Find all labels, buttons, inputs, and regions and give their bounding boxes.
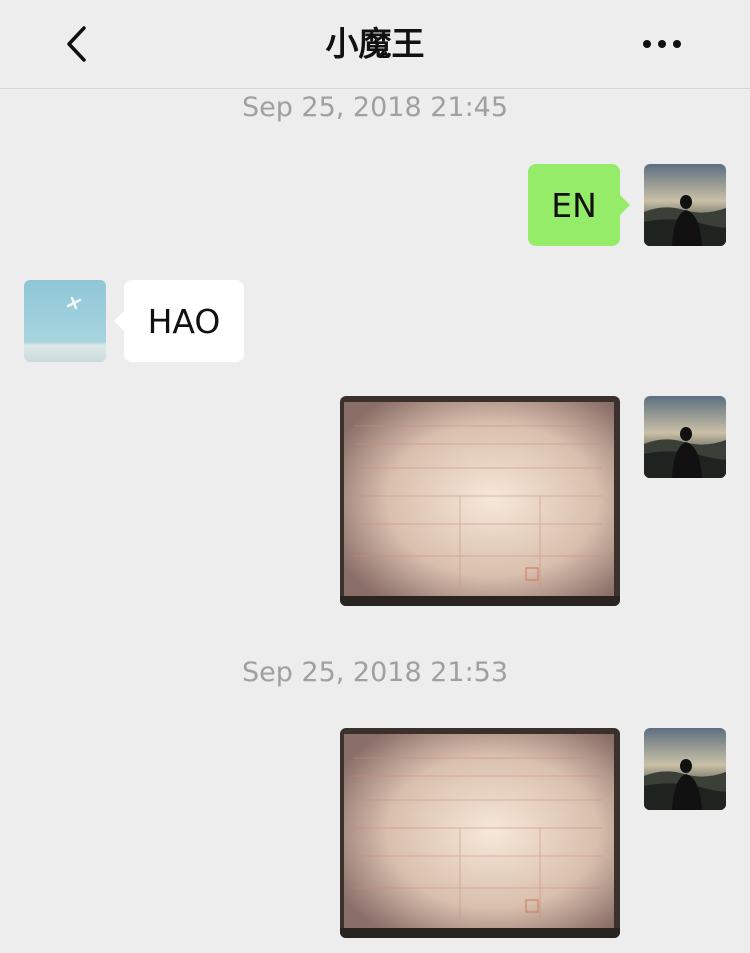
more-dots-icon — [643, 40, 681, 48]
chat-header: 小魔王 — [0, 0, 750, 89]
chevron-left-icon — [67, 26, 86, 62]
more-options-button[interactable] — [632, 20, 692, 68]
message-text: HAO — [147, 301, 221, 341]
outgoing-image-message[interactable] — [340, 728, 620, 938]
message-text: EN — [551, 185, 597, 225]
contact-avatar[interactable] — [24, 280, 106, 362]
my-avatar[interactable] — [644, 396, 726, 478]
back-button[interactable] — [52, 20, 100, 68]
message-timestamp: Sep 25, 2018 21:53 — [241, 657, 509, 688]
incoming-text-message[interactable]: HAO — [114, 280, 244, 362]
my-avatar[interactable] — [644, 728, 726, 810]
message-timestamp: Sep 25, 2018 21:45 — [241, 92, 509, 123]
outgoing-text-message[interactable]: EN — [528, 164, 630, 246]
my-avatar[interactable] — [644, 164, 726, 246]
outgoing-image-message[interactable] — [340, 396, 620, 606]
